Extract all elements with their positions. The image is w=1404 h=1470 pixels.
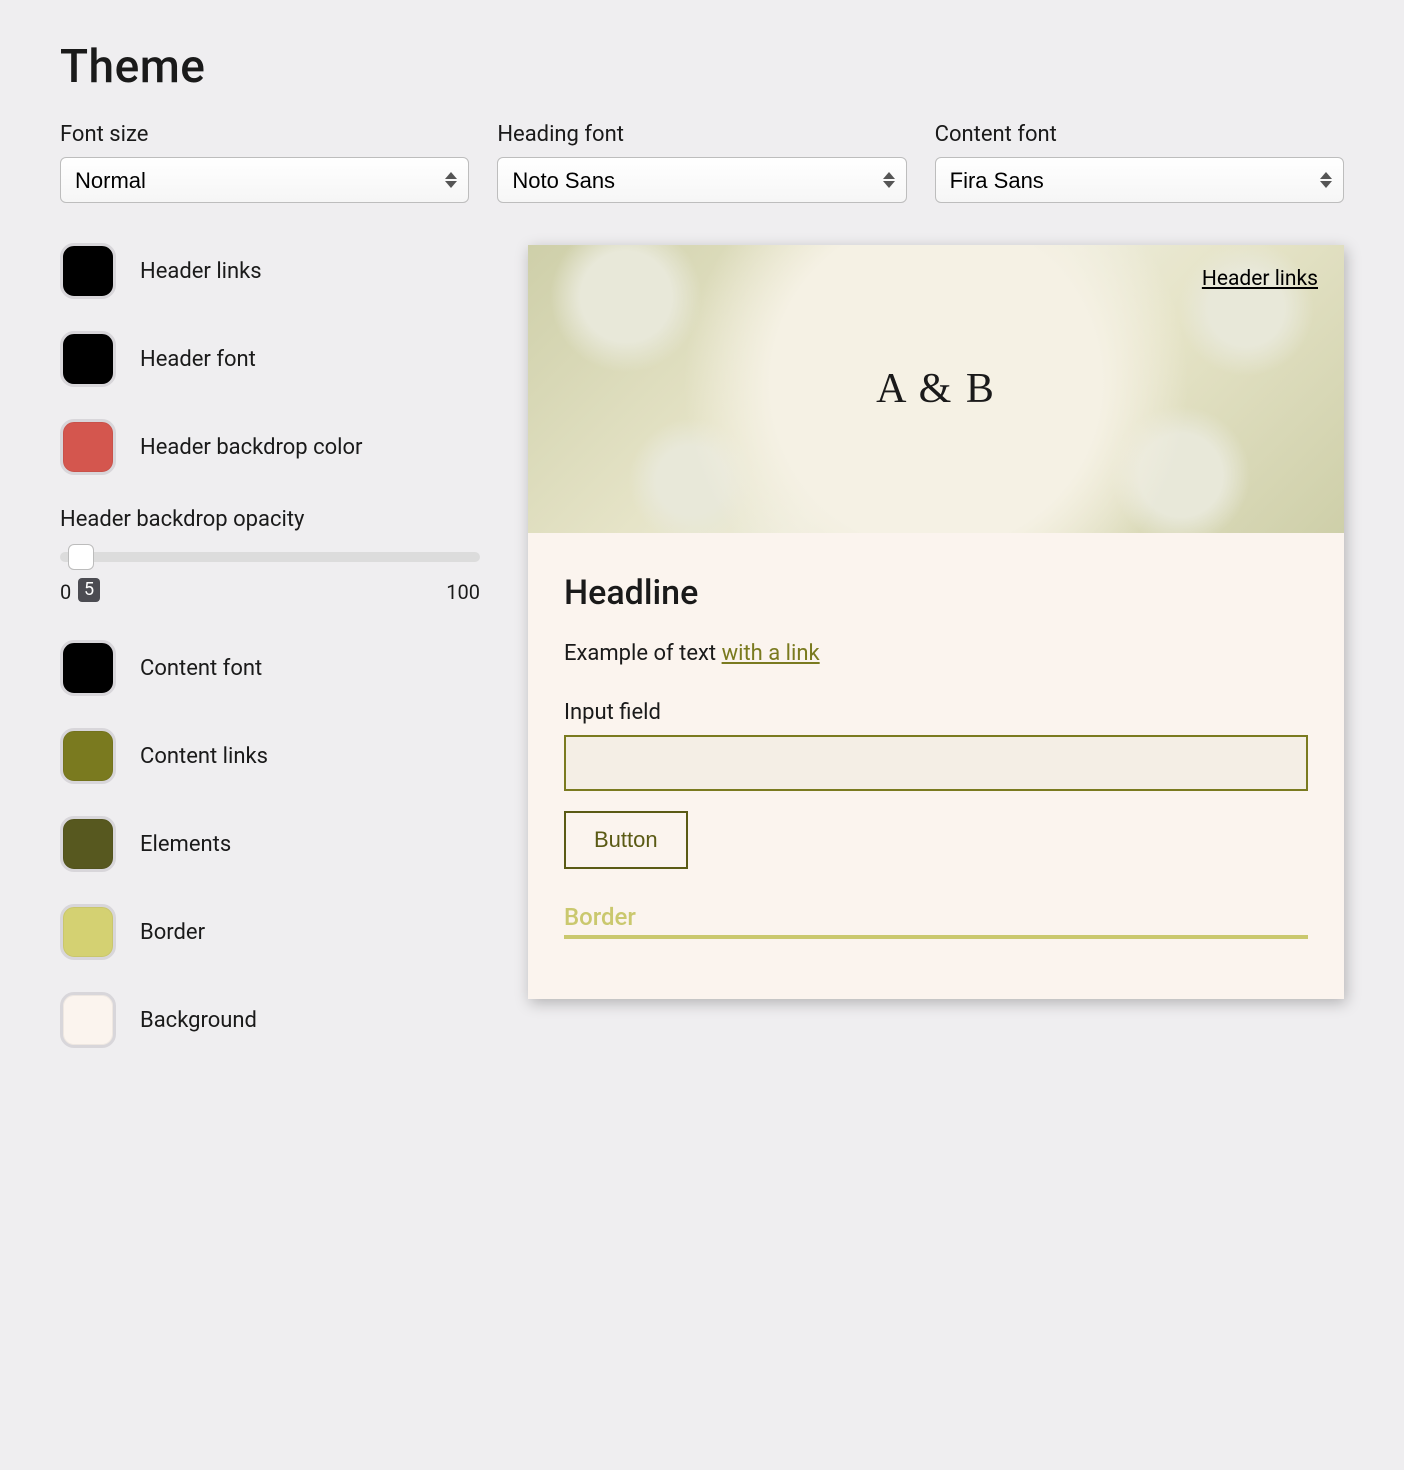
preview-border-sample: Border <box>564 903 1308 939</box>
slider-max: 100 <box>446 580 480 604</box>
color-swatch-content-font[interactable] <box>60 640 116 696</box>
swatch-label: Border <box>140 920 205 945</box>
font-size-label: Font size <box>60 122 469 147</box>
swatch-elements: Elements <box>60 816 480 872</box>
opacity-slider-group: Header backdrop opacity 0 5 100 <box>60 507 480 604</box>
swatch-label: Header backdrop color <box>140 435 363 460</box>
color-swatch-header-font[interactable] <box>60 331 116 387</box>
heading-font-group: Heading font Noto Sans <box>497 122 906 203</box>
heading-font-select[interactable]: Noto Sans <box>497 157 906 203</box>
opacity-slider[interactable] <box>60 544 480 570</box>
preview-card: Header links A & B Headline Example of t… <box>528 245 1344 999</box>
controls-column: Header links Header font Header backdrop… <box>60 243 480 1080</box>
font-size-select[interactable]: Normal <box>60 157 469 203</box>
preview-headline: Headline <box>564 573 1308 613</box>
swatch-label: Elements <box>140 832 231 857</box>
swatch-header-backdrop-color: Header backdrop color <box>60 419 480 475</box>
preview-body: Headline Example of text with a link Inp… <box>528 533 1344 999</box>
swatch-label: Header links <box>140 259 262 284</box>
slider-thumb[interactable] <box>68 544 94 570</box>
content-font-select-wrap: Fira Sans <box>935 157 1344 203</box>
swatch-label: Header font <box>140 347 256 372</box>
preview-sample-text-static: Example of text <box>564 641 722 666</box>
preview-sample-link[interactable]: with a link <box>722 641 820 666</box>
content-font-group: Content font Fira Sans <box>935 122 1344 203</box>
heading-font-label: Heading font <box>497 122 906 147</box>
preview-input-label: Input field <box>564 700 1308 725</box>
preview-monogram: A & B <box>876 365 996 413</box>
color-swatch-background[interactable] <box>60 992 116 1048</box>
font-size-select-wrap: Normal <box>60 157 469 203</box>
color-swatch-header-links[interactable] <box>60 243 116 299</box>
color-swatch-header-backdrop[interactable] <box>60 419 116 475</box>
swatch-border: Border <box>60 904 480 960</box>
font-settings-row: Font size Normal Heading font Noto Sans … <box>60 122 1344 203</box>
preview-input[interactable] <box>564 735 1308 791</box>
swatch-header-links: Header links <box>60 243 480 299</box>
preview-header-link[interactable]: Header links <box>1202 267 1318 291</box>
preview-button[interactable]: Button <box>564 811 688 869</box>
preview-header: Header links A & B <box>528 245 1344 533</box>
preview-column: Header links A & B Headline Example of t… <box>528 243 1344 1080</box>
opacity-label: Header backdrop opacity <box>60 507 480 532</box>
swatch-content-links: Content links <box>60 728 480 784</box>
swatch-background: Background <box>60 992 480 1048</box>
swatch-header-font: Header font <box>60 331 480 387</box>
font-size-group: Font size Normal <box>60 122 469 203</box>
page-title: Theme <box>60 40 1344 94</box>
slider-value-badge: 5 <box>78 578 100 602</box>
swatch-label: Content font <box>140 656 262 681</box>
swatch-label: Content links <box>140 744 268 769</box>
slider-min: 0 <box>60 580 71 604</box>
color-swatch-elements[interactable] <box>60 816 116 872</box>
preview-sample-text: Example of text with a link <box>564 641 1308 666</box>
swatch-label: Background <box>140 1008 257 1033</box>
heading-font-select-wrap: Noto Sans <box>497 157 906 203</box>
content-font-label: Content font <box>935 122 1344 147</box>
content-font-select[interactable]: Fira Sans <box>935 157 1344 203</box>
slider-rail <box>60 552 480 562</box>
swatch-content-font: Content font <box>60 640 480 696</box>
color-swatch-content-links[interactable] <box>60 728 116 784</box>
slider-scale: 0 5 100 <box>60 580 480 604</box>
color-swatch-border[interactable] <box>60 904 116 960</box>
